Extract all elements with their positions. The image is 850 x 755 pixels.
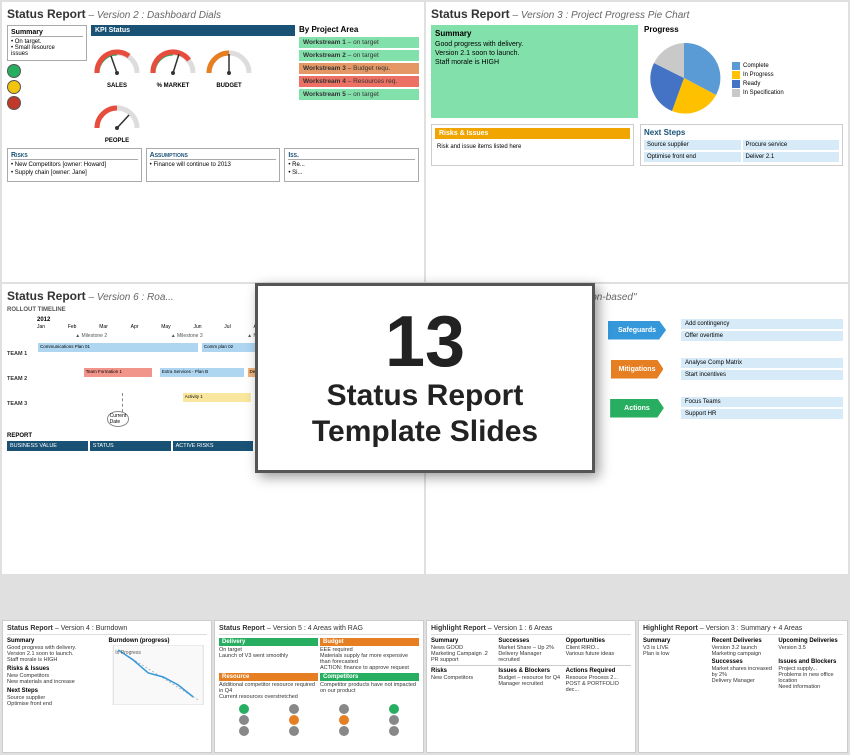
safeguards-arrow: Safeguards (608, 321, 666, 340)
overlay-text-line2: Template Slides (288, 414, 562, 450)
competitors-area: Competitors Competitor products have not… (320, 673, 419, 700)
dial-budget: BUDGET (203, 38, 255, 89)
v3-risks-issues: Risks & Issues Risk and issue items list… (431, 124, 634, 166)
h3-recent-deliveries: Recent Deliveries Version 3.2 launch Mar… (712, 638, 777, 657)
v3-title: Status Report – Version 3 : Project Prog… (431, 7, 843, 21)
h3-areas: Recent Deliveries Version 3.2 launch Mar… (712, 638, 843, 690)
svg-text:In Progress: In Progress (115, 650, 141, 656)
v2-bottom-section: Risks New Competitors [owner: Howard] Su… (7, 148, 419, 182)
v2-summary-box: Summary • On target. • Small resource is… (7, 25, 87, 61)
v3-progress: Progress Com (644, 25, 843, 118)
panel-v2: Status Report – Version 2 : Dashboard Di… (2, 2, 424, 282)
h1-risks: Risks New Competitors (431, 668, 496, 693)
highlight3-title: Highlight Report – Version 3 : Summary +… (643, 625, 843, 635)
v3-summary: Summary Good progress with delivery. Ver… (431, 25, 638, 118)
h1-actions-required: Actions Required Resouce Process 2... PO… (566, 668, 631, 693)
v5-title: Status Report – Version 5 : 4 Areas with… (219, 625, 419, 635)
complete-color (732, 62, 740, 70)
v4-title: Status Report – Version 4 : Burndown (7, 625, 207, 635)
h3-successes: Successes Market shares increased by 2% … (712, 659, 777, 690)
highlight1-top: Summary News GOOD Marketing Campaign .2 … (431, 638, 631, 663)
next-step-3: Optimise front end (644, 152, 741, 162)
v3-top-section: Summary Good progress with delivery. Ver… (431, 25, 843, 118)
workstream-5: Workstream 5 – on target (299, 89, 419, 100)
actions-arrow: Actions (610, 399, 664, 418)
v2-left-section: Summary • On target. • Small resource is… (7, 25, 87, 144)
h1-issues-blockers: Issues & Blockers Budget – resource for … (498, 668, 563, 693)
burndown-chart-icon: In Progress (109, 645, 208, 705)
h3-issues-blockers: Issues and Blockers Project supply... Pr… (778, 659, 843, 690)
market-gauge-icon (147, 38, 199, 78)
panel-v5: Status Report – Version 5 : 4 Areas with… (214, 620, 424, 753)
h3-upcoming-deliveries: Upcoming Deliveries Version 3.5 (778, 638, 843, 657)
resource-area: Resource Additional competitor resource … (219, 673, 318, 700)
v3-bottom-section: Risks & Issues Risk and issue items list… (431, 124, 843, 166)
overlay-text-line1: Status Report (288, 378, 562, 414)
sales-gauge-icon (91, 38, 143, 78)
traffic-light (7, 64, 23, 110)
overlay-box: 13 Status Report Template Slides (255, 283, 595, 473)
delivery-area: Delivery On target Launch of V3 went smo… (219, 638, 318, 671)
panel-highlight1: Highlight Report – Version 1 : 6 Areas S… (426, 620, 636, 753)
tl-red (7, 96, 21, 110)
budget-gauge-icon (203, 38, 255, 78)
kpi-header: KPI Status (91, 25, 295, 36)
highlight1-bottom: Risks New Competitors Issues & Blockers … (431, 665, 631, 693)
v4-summary: Summary Good progress with delivery. Ver… (7, 638, 106, 707)
next-steps-grid: Source supplier Procure service Optimise… (644, 140, 839, 162)
issues-box: Iss. Re... Si... (284, 148, 419, 182)
next-step-4: Deliver 2.1 (743, 152, 840, 162)
inspec-color (732, 89, 740, 97)
workstream-3: Workstream 3 – Budget requ. (299, 63, 419, 74)
progress-legend: Complete In Progress Ready In Speci (732, 62, 784, 98)
by-project-area: By Project Area Workstream 1 – on target… (299, 25, 419, 144)
panel-highlight3: Highlight Report – Version 3 : Summary +… (638, 620, 848, 753)
workstream-4: Workstream 4 – Resources req. (299, 76, 419, 87)
dial-people: PEOPLE (91, 93, 143, 144)
workstream-2: Workstream 2 – on target (299, 50, 419, 61)
v2-title: Status Report – Version 2 : Dashboard Di… (7, 7, 419, 21)
v5-rag-grid: Delivery On target Launch of V3 went smo… (219, 638, 419, 700)
h1-summary: Summary News GOOD Marketing Campaign .2 … (431, 638, 496, 663)
next-step-2: Procure service (743, 140, 840, 150)
overlay-number: 13 (288, 306, 562, 378)
v3-next-steps: Next Steps Source supplier Procure servi… (640, 124, 843, 166)
tl-green (7, 64, 21, 78)
v4-burndown: Burndown (progress) In Progress (109, 638, 208, 707)
dial-market: % MARKET (147, 38, 199, 89)
v2-top-section: Summary • On target. • Small resource is… (7, 25, 419, 144)
dial-sales: SALES (91, 38, 143, 89)
rag-traffic-lights (219, 704, 419, 736)
inprogress-color (732, 71, 740, 79)
people-gauge-icon (91, 93, 143, 133)
progress-pie-chart (644, 38, 724, 118)
bottom-panels: Status Report – Version 4 : Burndown Sum… (0, 618, 850, 755)
panel-v4: Status Report – Version 4 : Burndown Sum… (2, 620, 212, 753)
mitigations-arrow: Mitigations (611, 360, 664, 379)
h3-summary: Summary V3 is LIVE Plan is low (643, 638, 709, 690)
risks-box: Risks New Competitors [owner: Howard] Su… (7, 148, 142, 182)
panel-v3: Status Report – Version 3 : Project Prog… (426, 2, 848, 282)
kpi-section: KPI Status SALES (91, 25, 295, 144)
ready-color (732, 80, 740, 88)
tl-amber (7, 80, 21, 94)
workstream-1: Workstream 1 – on target (299, 37, 419, 48)
next-step-1: Source supplier (644, 140, 741, 150)
assumptions-box: Assumptions Finance will continue to 201… (146, 148, 281, 182)
h1-successes: Successes Market Share – Up 2% Delivery … (498, 638, 563, 663)
highlight1-title: Highlight Report – Version 1 : 6 Areas (431, 625, 631, 635)
budget-area: Budget EEE required Materials supply far… (320, 638, 419, 671)
dials-container: SALES % MARKET (91, 38, 295, 144)
h1-opportunities: Opportunities Client RIRO... Various fut… (566, 638, 631, 663)
